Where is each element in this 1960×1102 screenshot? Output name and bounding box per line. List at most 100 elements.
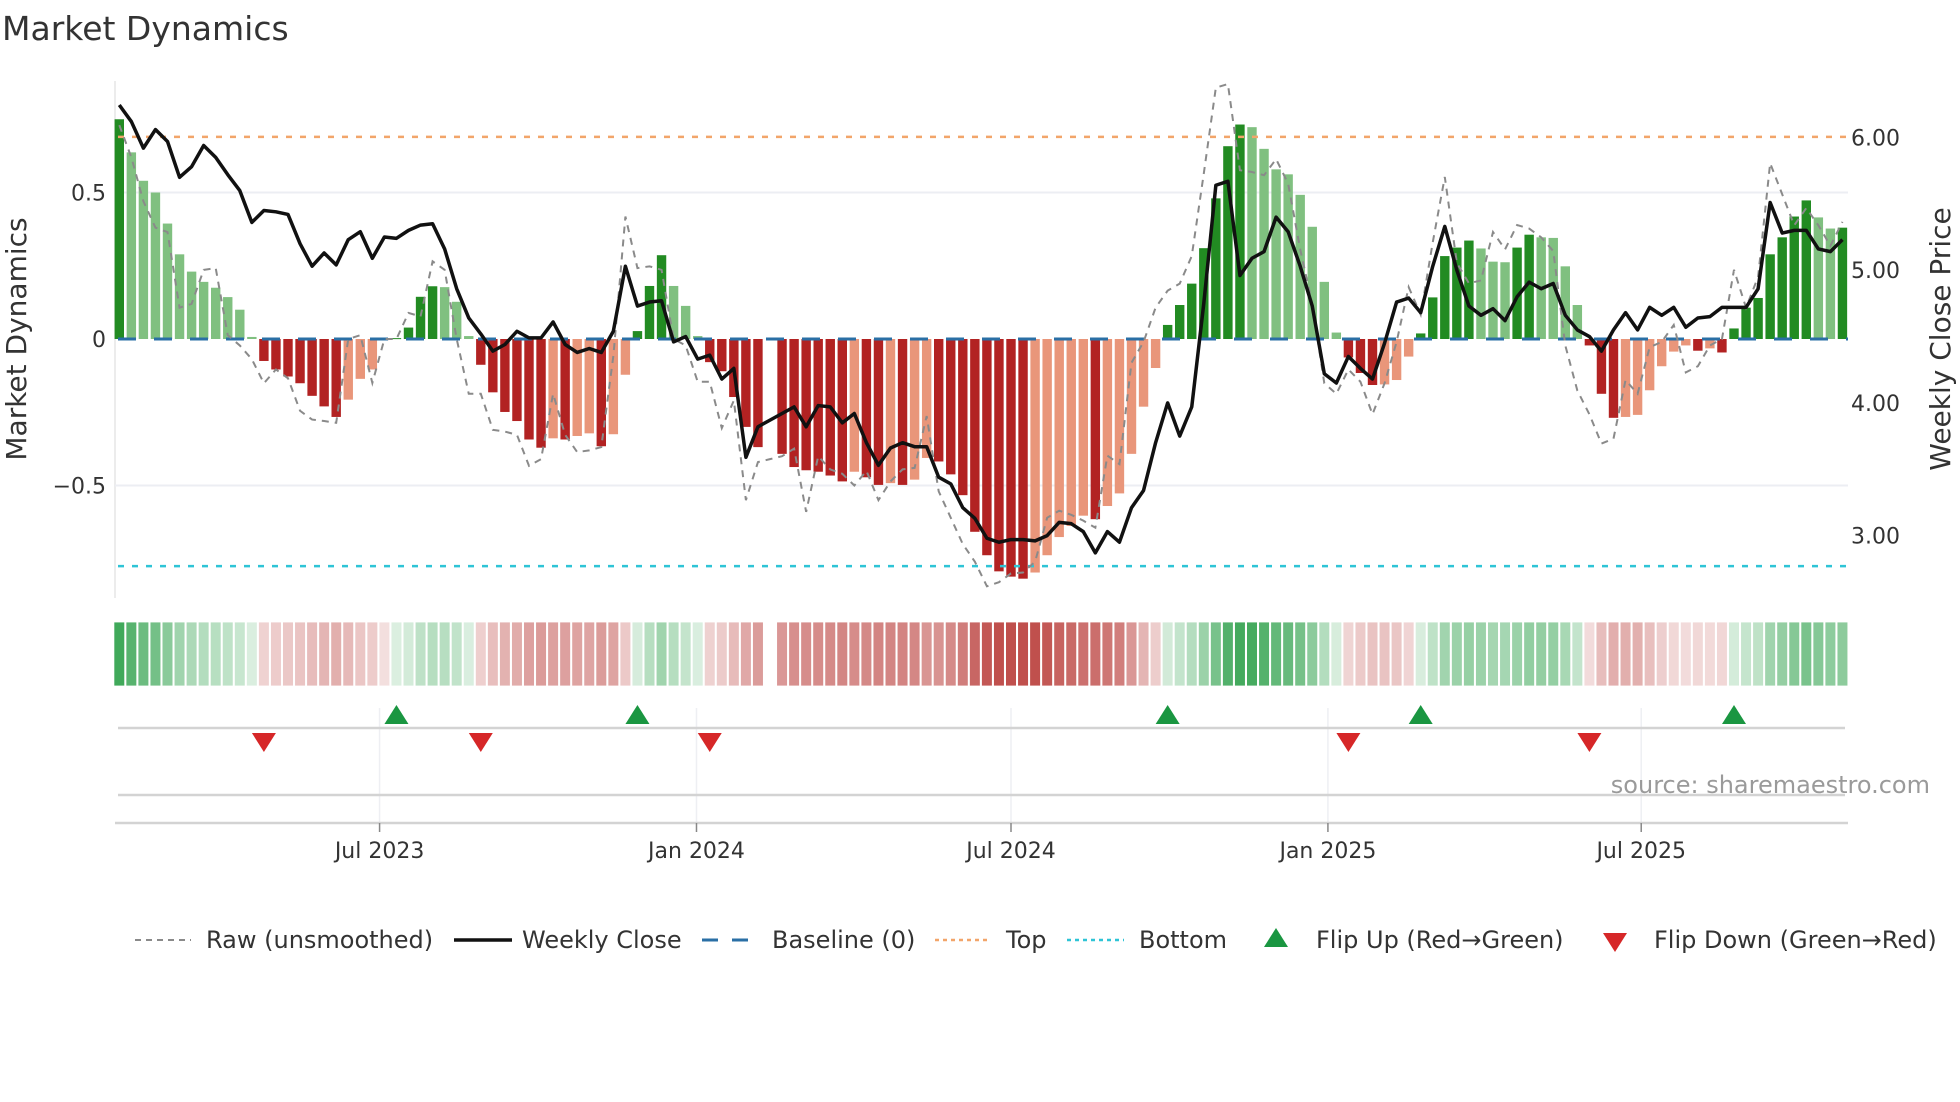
y-tick-label-left: 0 (92, 328, 106, 353)
strip-cell (185, 621, 198, 687)
strip-cell (113, 621, 126, 687)
legend-flip-down-label: Flip Down (Green→Red) (1654, 926, 1937, 954)
strip-cell (1439, 621, 1451, 687)
strip-cell (306, 621, 318, 687)
strip-cell (1812, 621, 1825, 687)
histogram-bar (1572, 305, 1583, 339)
histogram-bar (1753, 297, 1763, 339)
legend: Raw (unsmoothed) Weekly Close Baseline (… (135, 926, 1937, 954)
strip-cell (1728, 621, 1740, 687)
histogram-bar (1030, 339, 1040, 573)
histogram-bar (150, 192, 161, 339)
y-tick-label-left: 0.5 (71, 182, 106, 207)
strip-cell (1125, 621, 1138, 687)
strip-cell (993, 621, 1005, 687)
histogram-bar (1765, 254, 1775, 339)
source-note: source: sharemaestro.com (1611, 771, 1930, 799)
strip-cell (1655, 621, 1668, 687)
histogram-bar (198, 281, 209, 339)
strip-cell (1173, 621, 1186, 687)
strip-cell (1029, 621, 1041, 687)
flip-up-marker (1722, 705, 1746, 724)
strip-cell (1667, 621, 1680, 687)
histogram-bar (897, 339, 908, 485)
histogram-bar (1247, 127, 1257, 339)
y-tick-label-left: −0.5 (53, 475, 106, 500)
strip-cell (390, 621, 403, 687)
strip-cell (270, 621, 282, 687)
strip-cell (607, 621, 620, 687)
histogram-bar (1428, 297, 1438, 339)
strip-cell (125, 621, 138, 687)
strip-cell (1571, 621, 1584, 687)
histogram-bar (343, 339, 353, 400)
histogram-bar (367, 339, 378, 370)
strip-cell (450, 621, 463, 687)
strip-cell (667, 621, 680, 687)
histogram-bar (777, 339, 787, 454)
strip-cell (1559, 621, 1572, 687)
strip-cell (1282, 621, 1294, 687)
strip-cell (318, 621, 330, 687)
strip-cell (884, 621, 897, 687)
strip-cell (414, 621, 427, 687)
strip-cell (246, 621, 258, 687)
strip-cell (1463, 621, 1475, 687)
histogram-bar (1789, 216, 1799, 339)
histogram-bar (319, 339, 329, 407)
strip-cell (716, 621, 728, 687)
strip-cell (1487, 621, 1499, 687)
flip-markers-panel (118, 705, 1845, 823)
x-tick-label: Jul 2024 (964, 839, 1056, 864)
strip-cell (1824, 621, 1837, 687)
flip-up-icon (1264, 928, 1288, 947)
strip-cell (1294, 621, 1307, 687)
strip-cell (643, 621, 656, 687)
histogram-bar (1042, 339, 1052, 556)
strip-cell (1053, 621, 1066, 687)
histogram-bar (548, 339, 558, 439)
flip-down-marker (1336, 733, 1361, 752)
histogram-bar (1632, 339, 1643, 415)
strip-cell (969, 621, 981, 687)
strip-cell (1547, 621, 1560, 687)
strip-cell (1680, 621, 1692, 687)
flip-down-icon (1603, 933, 1627, 952)
strip-cell (1800, 621, 1813, 687)
strip-cell (1065, 621, 1078, 687)
x-tick-label: Jul 2023 (333, 839, 425, 864)
strip-cell (1499, 621, 1511, 687)
strip-cell (173, 621, 186, 687)
strip-cell (499, 621, 511, 687)
legend-top-label: Top (1005, 926, 1047, 954)
flip-down-marker (468, 733, 493, 752)
histogram-bar (596, 339, 606, 447)
market-dynamics-chart: Market Dynamics 0.5 0 −0.5 6.00 5.00 4.00 3.00… (0, 9, 1957, 954)
histogram-bar (1777, 237, 1787, 339)
strip-cell (1390, 621, 1403, 687)
histogram-bar (644, 285, 655, 339)
histogram-bar (235, 309, 245, 339)
flip-up-marker (1408, 705, 1433, 724)
strip-cell (426, 621, 439, 687)
histogram-bar (174, 254, 185, 339)
histogram-bar (1331, 332, 1342, 339)
x-tick-label: Jul 2025 (1594, 839, 1686, 864)
strip-cell (462, 621, 475, 687)
strip-cell (1318, 621, 1331, 687)
histogram-bar (1403, 339, 1414, 357)
strip-cell (1017, 621, 1029, 687)
strip-cell (728, 621, 740, 687)
strip-cell (1752, 621, 1764, 687)
flip-up-marker (625, 705, 650, 724)
histogram-bar (1090, 339, 1101, 520)
strip-cell (836, 621, 849, 687)
strip-cell (740, 621, 752, 687)
strip-cell (1451, 621, 1463, 687)
histogram-bar (861, 339, 872, 478)
histogram-bar (536, 339, 546, 448)
histogram-bar (1319, 281, 1329, 339)
histogram-bar (1235, 124, 1245, 339)
histogram-bar (1343, 339, 1354, 358)
histogram-bar (1717, 339, 1727, 353)
